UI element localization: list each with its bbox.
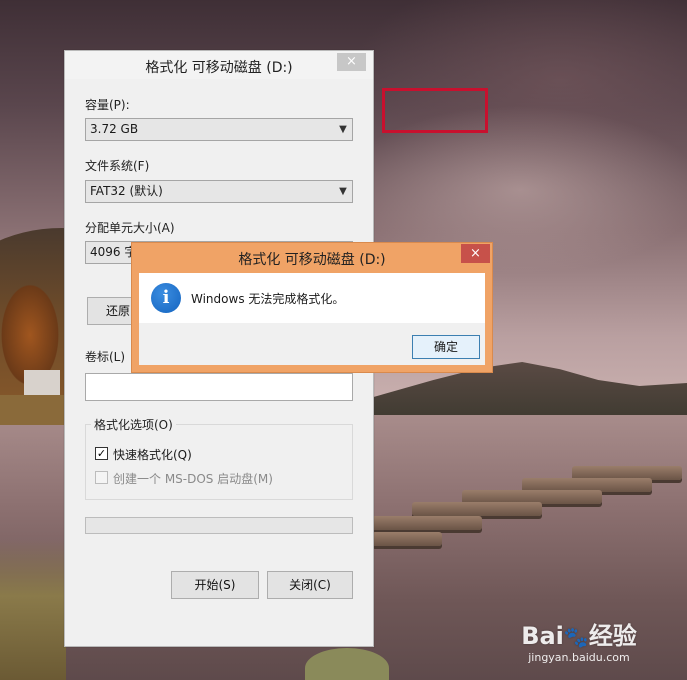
capacity-select[interactable]: 3.72 GB ▼ — [85, 118, 353, 141]
chevron-down-icon: ▼ — [339, 124, 347, 135]
info-icon: i — [151, 283, 181, 313]
annotation-highlight-box — [382, 88, 488, 133]
filesystem-label: 文件系统(F) — [85, 159, 150, 173]
wallpaper-house — [24, 370, 60, 398]
allocation-unit-select-value: 4096 字 — [90, 245, 137, 259]
stone — [372, 532, 442, 546]
error-dialog-body: i Windows 无法完成格式化。 — [139, 273, 485, 323]
start-button[interactable]: 开始(S) — [171, 571, 259, 599]
format-progress-bar — [85, 517, 353, 534]
paw-icon: 🐾 — [563, 625, 589, 649]
allocation-unit-label: 分配单元大小(A) — [85, 221, 175, 235]
msdos-startup-label: 创建一个 MS-DOS 启动盘(M) — [113, 472, 273, 486]
error-dialog-footer: 确定 — [139, 323, 485, 365]
capacity-select-value: 3.72 GB — [90, 122, 139, 136]
format-dialog-titlebar[interactable]: 格式化 可移动磁盘 (D:) × — [65, 51, 373, 79]
quick-format-label: 快速格式化(Q) — [113, 448, 192, 462]
quick-format-checkbox[interactable]: ✓ — [95, 447, 108, 460]
volume-label-label: 卷标(L) — [85, 350, 126, 364]
close-button[interactable]: 关闭(C) — [267, 571, 353, 599]
wallpaper-shore — [0, 395, 70, 425]
volume-label-input[interactable] — [85, 373, 353, 401]
watermark-logo: Bai🐾经验 — [509, 616, 649, 651]
stone — [372, 516, 482, 530]
watermark-logo-text: Bai — [521, 622, 564, 650]
wallpaper-rock — [305, 648, 389, 680]
stone — [412, 502, 542, 516]
ok-button[interactable]: 确定 — [412, 335, 480, 359]
watermark-url: jingyan.baidu.com — [528, 651, 630, 664]
close-icon: × — [470, 246, 481, 261]
filesystem-select-value: FAT32 (默认) — [90, 184, 163, 198]
msdos-startup-checkbox[interactable] — [95, 471, 108, 484]
format-error-dialog: 格式化 可移动磁盘 (D:) × i Windows 无法完成格式化。 确定 — [131, 242, 493, 373]
format-dialog-close-button[interactable]: × — [337, 53, 366, 71]
chevron-down-icon: ▼ — [339, 186, 347, 197]
error-message: Windows 无法完成格式化。 — [191, 292, 345, 306]
error-dialog-close-button[interactable]: × — [461, 244, 490, 263]
wallpaper-grass — [0, 540, 66, 680]
close-icon: × — [346, 54, 357, 69]
error-dialog-title: 格式化 可移动磁盘 (D:) — [238, 252, 386, 268]
format-options-caption: 格式化选项(O) — [91, 416, 176, 433]
capacity-label: 容量(P): — [85, 98, 130, 112]
watermark-logo-suffix: 经验 — [588, 622, 637, 650]
filesystem-select[interactable]: FAT32 (默认) ▼ — [85, 180, 353, 203]
baidu-jingyan-watermark: Bai🐾经验 jingyan.baidu.com — [509, 616, 649, 664]
wallpaper-stepping-stones — [372, 466, 687, 556]
format-dialog-title: 格式化 可移动磁盘 (D:) — [145, 60, 293, 76]
